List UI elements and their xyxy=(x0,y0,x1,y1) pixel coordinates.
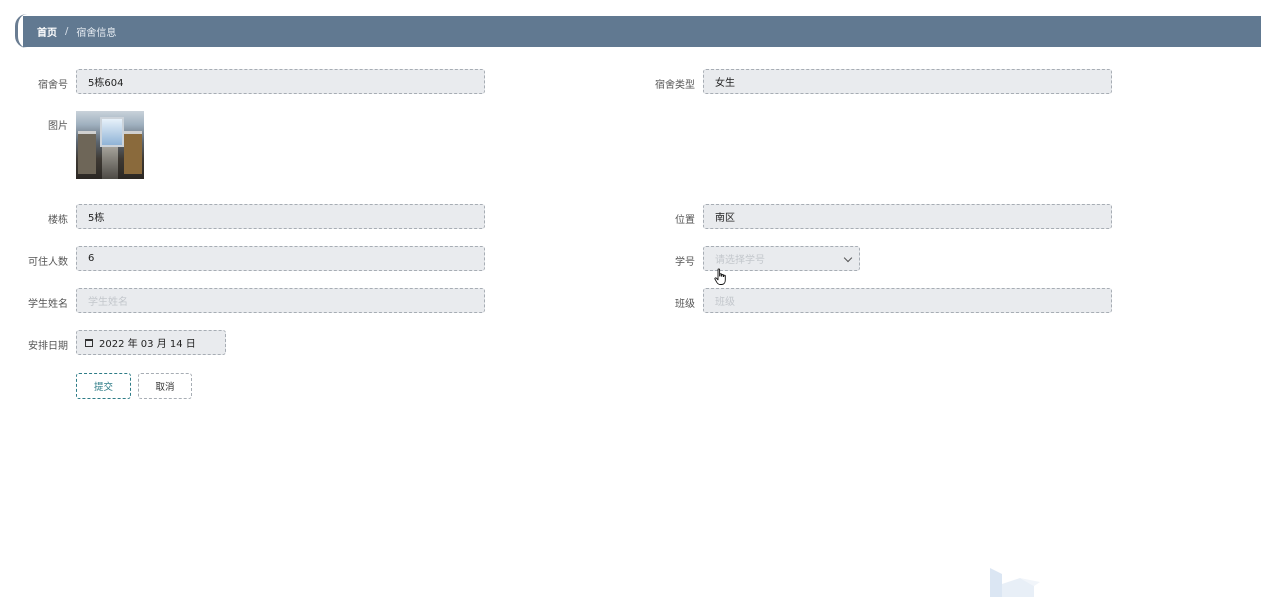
building-label: 楼栋 xyxy=(48,215,68,226)
photo-window-detail xyxy=(100,117,124,147)
student-id-placeholder: 请选择学号 xyxy=(715,255,765,266)
class-placeholder: 班级 xyxy=(715,297,735,308)
cancel-button[interactable]: 取消 xyxy=(138,373,192,399)
class-label: 班级 xyxy=(675,299,695,310)
chevron-down-icon xyxy=(843,253,853,263)
building-value: 5栋 xyxy=(88,213,105,224)
building-field[interactable]: 5栋 xyxy=(76,204,485,229)
dorm-type-value: 女生 xyxy=(715,78,735,89)
photo-aisle-detail xyxy=(102,147,118,179)
photo-bed-right-detail xyxy=(124,131,142,174)
background-decoration xyxy=(990,568,1040,597)
breadcrumb: 首页 / 宿舍信息 xyxy=(23,16,1261,47)
student-name-label: 学生姓名 xyxy=(28,299,68,310)
arrange-date-picker[interactable]: 2022 年 03 月 14 日 xyxy=(76,330,226,355)
calendar-icon xyxy=(85,338,93,347)
hand-cursor-icon xyxy=(714,268,726,285)
dorm-photo[interactable] xyxy=(76,111,144,179)
student-name-placeholder: 学生姓名 xyxy=(88,297,128,308)
submit-button[interactable]: 提交 xyxy=(76,373,131,399)
student-id-label: 学号 xyxy=(675,257,695,268)
capacity-label: 可住人数 xyxy=(28,257,68,268)
capacity-value: 6 xyxy=(88,253,95,264)
breadcrumb-separator: / xyxy=(65,26,69,37)
location-field[interactable]: 南区 xyxy=(703,204,1112,229)
arrange-date-value: 2022 年 03 月 14 日 xyxy=(99,339,196,350)
location-value: 南区 xyxy=(715,213,735,224)
dorm-type-field[interactable]: 女生 xyxy=(703,69,1112,94)
dorm-no-label: 宿舍号 xyxy=(38,80,68,91)
arrange-date-label: 安排日期 xyxy=(28,341,68,352)
breadcrumb-home-link[interactable]: 首页 xyxy=(37,24,57,39)
class-field[interactable]: 班级 xyxy=(703,288,1112,313)
photo-bed-left-detail xyxy=(78,131,96,174)
capacity-field[interactable]: 6 xyxy=(76,246,485,271)
dorm-no-field[interactable]: 5栋604 xyxy=(76,69,485,94)
location-label: 位置 xyxy=(675,215,695,226)
breadcrumb-current: 宿舍信息 xyxy=(76,28,117,39)
page: 首页 / 宿舍信息 宿舍号 5栋604 宿舍类型 女生 图片 楼栋 5栋 位置 … xyxy=(0,0,1261,597)
dorm-type-label: 宿舍类型 xyxy=(655,80,695,91)
image-label: 图片 xyxy=(48,121,68,132)
student-name-field[interactable]: 学生姓名 xyxy=(76,288,485,313)
dorm-no-value: 5栋604 xyxy=(88,78,124,89)
